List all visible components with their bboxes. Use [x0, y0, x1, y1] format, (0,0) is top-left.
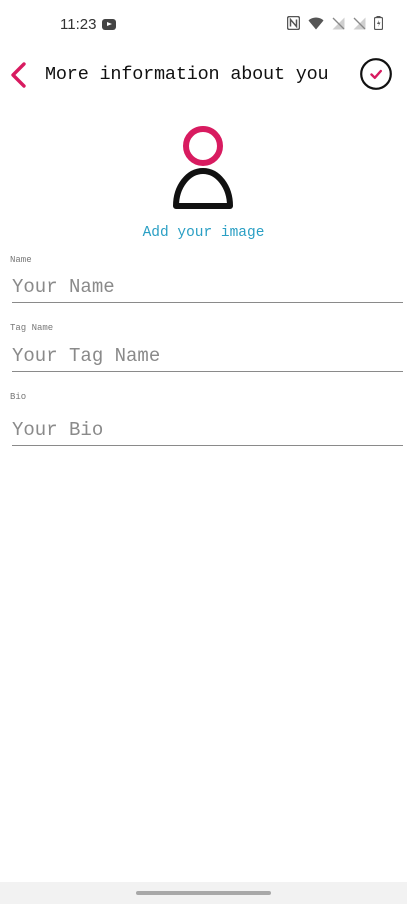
home-indicator[interactable]: [136, 891, 271, 895]
signal-off-icon: [353, 17, 366, 29]
battery-icon: [374, 16, 383, 30]
nfc-icon: [287, 16, 300, 30]
check-circle-icon: [360, 58, 392, 90]
bio-input[interactable]: [12, 414, 403, 446]
page-title: More information about you: [45, 64, 329, 85]
bio-field: Bio: [10, 392, 403, 448]
tag-name-input[interactable]: [12, 340, 403, 372]
youtube-icon: [102, 19, 116, 30]
app-header: More information about you: [0, 52, 407, 98]
avatar-picker[interactable]: [170, 124, 236, 212]
status-bar: 11:23: [0, 0, 407, 50]
tag-name-field: Tag Name: [10, 323, 403, 375]
chevron-left-icon: [11, 62, 26, 88]
tag-name-underline: [12, 371, 403, 372]
name-input[interactable]: [12, 271, 403, 303]
back-button[interactable]: [8, 58, 30, 92]
user-avatar-icon: [173, 126, 233, 209]
add-image-link[interactable]: Add your image: [0, 225, 407, 241]
status-icons: [287, 16, 383, 30]
status-time: 11:23: [60, 16, 97, 33]
wifi-icon: [308, 17, 324, 29]
system-nav-bar: [0, 882, 407, 904]
tag-name-label: Tag Name: [10, 323, 54, 333]
signal-off-icon: [332, 17, 345, 29]
bio-label: Bio: [10, 392, 27, 402]
name-underline: [12, 302, 403, 303]
name-field: Name: [10, 255, 403, 305]
profile-info-screen: 11:23 More information about you Add you…: [0, 0, 407, 904]
confirm-button[interactable]: [360, 58, 392, 90]
bio-underline: [12, 445, 403, 446]
name-label: Name: [10, 255, 32, 265]
